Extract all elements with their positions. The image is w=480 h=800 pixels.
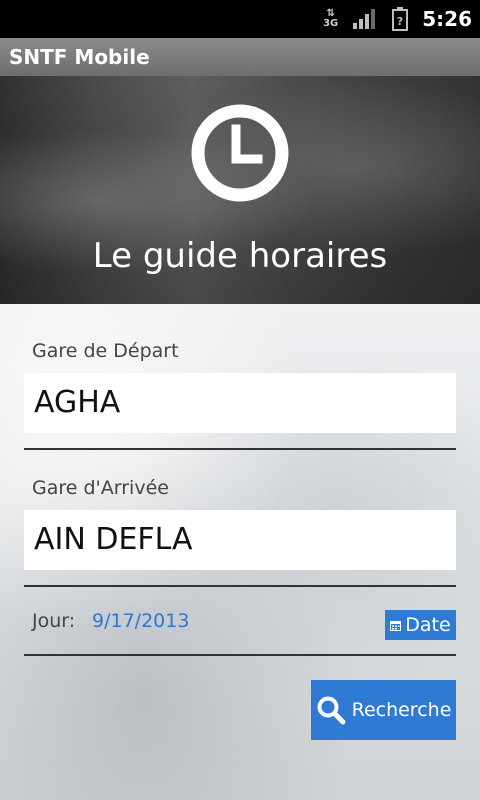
app-bar: SNTF Mobile bbox=[0, 38, 480, 77]
clock-icon bbox=[191, 104, 289, 202]
search-button[interactable]: Recherche bbox=[311, 680, 456, 740]
hero-banner: Le guide horaires bbox=[0, 76, 480, 304]
signal-strength-icon bbox=[353, 9, 376, 29]
hero-title: Le guide horaires bbox=[92, 236, 388, 276]
battery-icon: ? bbox=[392, 7, 409, 31]
search-button-label: Recherche bbox=[351, 699, 452, 721]
app-title: SNTF Mobile bbox=[9, 45, 150, 69]
magnifier-icon bbox=[317, 696, 346, 725]
status-icons: ⇅ 3G ? 5:26 bbox=[323, 0, 472, 38]
departure-label: Gare de Départ bbox=[32, 340, 179, 362]
day-label: Jour: bbox=[32, 610, 76, 632]
arrival-label: Gare d'Arrivée bbox=[32, 477, 169, 499]
divider bbox=[24, 585, 456, 587]
date-button[interactable]: Date bbox=[385, 610, 456, 640]
network-type-label: 3G bbox=[323, 18, 339, 29]
divider bbox=[24, 654, 456, 656]
calendar-icon bbox=[390, 620, 402, 631]
arrival-station-field[interactable]: AIN DEFLA bbox=[24, 510, 456, 570]
status-time: 5:26 bbox=[422, 7, 472, 31]
divider bbox=[24, 448, 456, 450]
svg-text:?: ? bbox=[397, 15, 403, 28]
status-bar: ⇅ 3G ? 5:26 bbox=[0, 0, 480, 38]
search-form: Gare de Départ AGHA Gare d'Arrivée AIN D… bbox=[0, 304, 480, 800]
date-button-label: Date bbox=[405, 614, 451, 636]
network-indicator: ⇅ 3G bbox=[323, 9, 338, 29]
departure-station-field[interactable]: AGHA bbox=[24, 373, 456, 433]
day-value[interactable]: 9/17/2013 bbox=[92, 610, 189, 632]
